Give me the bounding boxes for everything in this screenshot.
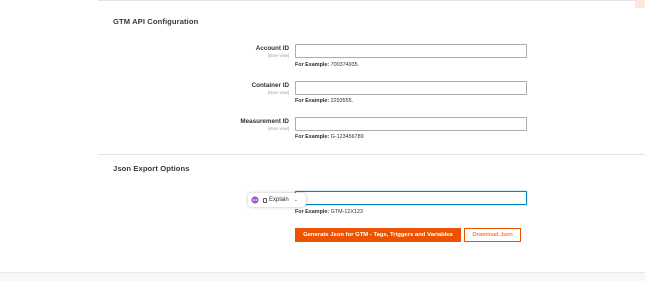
- chevron-down-icon[interactable]: ⌄: [294, 197, 298, 203]
- container-id-input[interactable]: [295, 81, 527, 95]
- gtm-id-input[interactable]: [295, 191, 527, 205]
- corner-highlight: [635, 0, 645, 8]
- measurement-id-note-label: For Example:: [295, 134, 330, 140]
- account-id-note-value: 700374935.: [330, 62, 360, 68]
- account-id-scope: [store view]: [267, 53, 289, 58]
- gtm-section-title: GTM API Configuration: [113, 17, 199, 26]
- document-icon: [263, 197, 267, 203]
- measurement-id-input[interactable]: [295, 117, 527, 131]
- account-id-note-label: For Example:: [295, 62, 330, 68]
- gtm-id-note-value: GTM-12X123: [330, 209, 364, 215]
- account-id-input[interactable]: [295, 44, 527, 58]
- gtm-id-note-label: For Example:: [295, 209, 330, 215]
- account-id-note: For Example: 700374935.: [295, 62, 359, 68]
- measurement-id-note: For Example: G-123456789: [295, 134, 364, 140]
- measurement-id-scope: [store view]: [267, 126, 289, 131]
- container-id-note-label: For Example:: [295, 98, 330, 104]
- container-id-label: Container ID: [251, 82, 289, 89]
- json-section-title: Json Export Options: [113, 164, 190, 173]
- explain-label: Explain: [269, 197, 289, 203]
- ai-assistant-icon: [251, 196, 259, 204]
- download-json-button[interactable]: Download Json: [464, 228, 521, 242]
- container-id-note-value: 2293555.: [330, 98, 354, 104]
- measurement-id-label: Measurement ID: [240, 118, 289, 125]
- generate-json-button[interactable]: Generate Json for GTM - Tags, Triggers a…: [295, 228, 461, 242]
- explain-popup[interactable]: Explain ⌄: [248, 193, 306, 207]
- top-divider: [98, 0, 645, 1]
- section-divider: [98, 154, 645, 155]
- measurement-id-note-value: G-123456789: [330, 134, 364, 140]
- container-id-scope: [store view]: [267, 90, 289, 95]
- account-id-label: Account ID: [255, 45, 289, 52]
- container-id-note: For Example: 2293555.: [295, 98, 353, 104]
- gtm-id-note: For Example: GTM-12X123: [295, 209, 363, 215]
